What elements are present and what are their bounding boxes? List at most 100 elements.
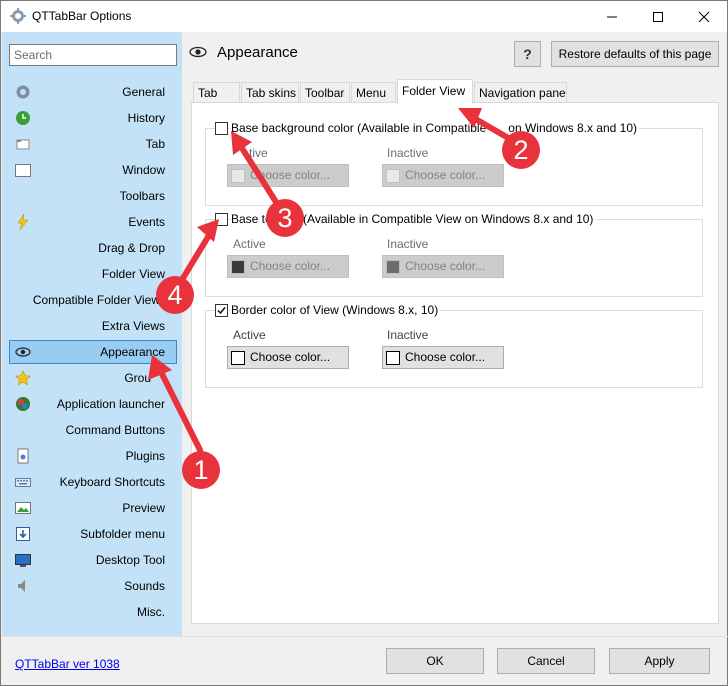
sidebar-item-label: Events (128, 215, 165, 229)
active-choose-color-button[interactable]: Choose color... (227, 255, 349, 278)
eye-icon (15, 347, 31, 357)
preview-icon (15, 502, 31, 514)
active-label: Active (233, 328, 266, 342)
tab-navigation-pane[interactable]: Navigation pane (474, 82, 567, 103)
gear-icon (16, 85, 30, 99)
ok-button[interactable]: OK (386, 648, 484, 674)
desktop-icon (15, 554, 31, 567)
active-choose-color-button[interactable]: Choose color... (227, 164, 349, 187)
maximize-icon (653, 11, 663, 22)
subfolder-icon (16, 527, 30, 541)
sidebar-item-preview[interactable]: Preview (9, 496, 177, 520)
sidebar-item-label: Folder View (101, 267, 165, 281)
help-button[interactable]: ? (514, 41, 541, 67)
sidebar-item-label: Subfolder menu (80, 527, 165, 541)
maximize-button[interactable] (635, 1, 681, 32)
color-swatch (386, 260, 400, 274)
border-color-checkbox[interactable] (215, 304, 228, 317)
annotation-badge-4: 4 (156, 276, 194, 314)
sidebar-item-label: Sounds (124, 579, 165, 593)
active-label: tive (249, 146, 268, 160)
tab-icon (16, 139, 30, 150)
sidebar-item-extra-views[interactable]: Extra Views (9, 314, 177, 338)
sidebar-item-keyboard-shortcuts[interactable]: Keyboard Shortcuts (9, 470, 177, 494)
tab-toolbar[interactable]: Toolbar (300, 82, 350, 103)
cancel-button[interactable]: Cancel (497, 648, 595, 674)
annotation-badge-3: 3 (266, 199, 304, 237)
version-link[interactable]: QTTabBar ver 1038 (15, 657, 120, 671)
inactive-label: Inactive (387, 328, 429, 342)
inactive-choose-color-button[interactable]: Choose color... (382, 164, 504, 187)
sidebar-item-label: General (122, 85, 165, 99)
sidebar-item-label: Grou (124, 371, 151, 385)
group-title: Base background color (Available in Comp… (231, 121, 640, 135)
keyboard-icon (15, 478, 31, 487)
checkmark-icon (217, 307, 226, 315)
sidebar-item-label: Extra Views (101, 319, 165, 333)
active-choose-color-button[interactable]: Choose color... (227, 346, 349, 369)
tab-tab[interactable]: Tab (193, 82, 240, 103)
sidebar-item-sounds[interactable]: Sounds (9, 574, 177, 598)
color-swatch (386, 169, 400, 183)
page-title: Appearance (217, 44, 298, 61)
gear-icon (10, 8, 26, 24)
help-icon: ? (523, 46, 532, 62)
minimize-button[interactable] (589, 1, 635, 32)
minimize-icon (607, 16, 617, 17)
sidebar-item-appearance[interactable]: Appearance (9, 340, 177, 364)
sidebar-item-label: Appearance (100, 345, 165, 359)
sidebar-item-folder-view[interactable]: Folder View (9, 262, 177, 286)
eye-icon (189, 46, 207, 58)
sidebar-item-label: Toolbars (119, 189, 165, 203)
sidebar-item-desktop-tool[interactable]: Desktop Tool (9, 548, 177, 572)
sidebar-item-compatible-folder-view[interactable]: Compatible Folder View (9, 288, 177, 312)
sidebar-item-drag-drop[interactable]: Drag & Drop (9, 236, 177, 260)
star-icon (15, 370, 31, 386)
color-swatch (386, 351, 400, 365)
sidebar-item-history[interactable]: History (9, 106, 177, 130)
sidebar-item-groups[interactable]: Grou (9, 366, 177, 390)
sidebar-item-label: History (127, 111, 165, 125)
sidebar-item-toolbars[interactable]: Toolbars (9, 184, 177, 208)
tab-tab-skins[interactable]: Tab skins (241, 82, 299, 103)
annotation-badge-1: 1 (182, 451, 220, 489)
search-input[interactable] (9, 44, 177, 66)
color-swatch (231, 351, 245, 365)
options-window: QTTabBar Options General History Tab Win… (0, 0, 728, 686)
base-background-color-checkbox[interactable] (215, 122, 228, 135)
history-icon (16, 111, 30, 125)
tab-menu[interactable]: Menu (351, 82, 396, 103)
tab-folder-view[interactable]: Folder View (397, 79, 473, 104)
color-swatch (231, 260, 245, 274)
sidebar-item-events[interactable]: Events (9, 210, 177, 234)
inactive-choose-color-button[interactable]: Choose color... (382, 255, 504, 278)
title-bar: QTTabBar Options (1, 1, 727, 32)
sidebar-item-general[interactable]: General (9, 80, 177, 104)
sidebar-item-window[interactable]: Window (9, 158, 177, 182)
sidebar-item-label: Compatible Folder View (32, 293, 160, 307)
restore-defaults-button[interactable]: Restore defaults of this page (551, 41, 719, 67)
sidebar-item-subfolder-menu[interactable]: Subfolder menu (9, 522, 177, 546)
sidebar-item-misc[interactable]: Misc. (9, 600, 177, 624)
apply-button[interactable]: Apply (609, 648, 710, 674)
active-label: Active (233, 237, 266, 251)
sidebar-item-label: Desktop Tool (95, 553, 165, 567)
close-icon (698, 11, 710, 22)
speaker-icon (18, 580, 25, 592)
sidebar-item-label: Tab (145, 137, 165, 151)
annotation-badge-2: 2 (502, 131, 540, 169)
footer-separator (2, 636, 728, 637)
base-text-color-checkbox[interactable] (215, 213, 228, 226)
color-swatch (231, 169, 245, 183)
inactive-label: Inactive (387, 237, 429, 251)
sidebar-item-label: Misc. (137, 605, 165, 619)
sidebar-item-plugins[interactable]: Plugins (9, 444, 177, 468)
sidebar-item-tab[interactable]: Tab (9, 132, 177, 156)
sidebar-item-command-buttons[interactable]: Command Buttons (9, 418, 177, 442)
sidebar-item-label: Keyboard Shortcuts (59, 475, 165, 489)
sidebar-item-application-launcher[interactable]: Application launcher (9, 392, 177, 416)
inactive-choose-color-button[interactable]: Choose color... (382, 346, 504, 369)
inactive-label: Inactive (387, 146, 429, 160)
plugin-icon (17, 448, 29, 464)
close-button[interactable] (681, 1, 727, 32)
